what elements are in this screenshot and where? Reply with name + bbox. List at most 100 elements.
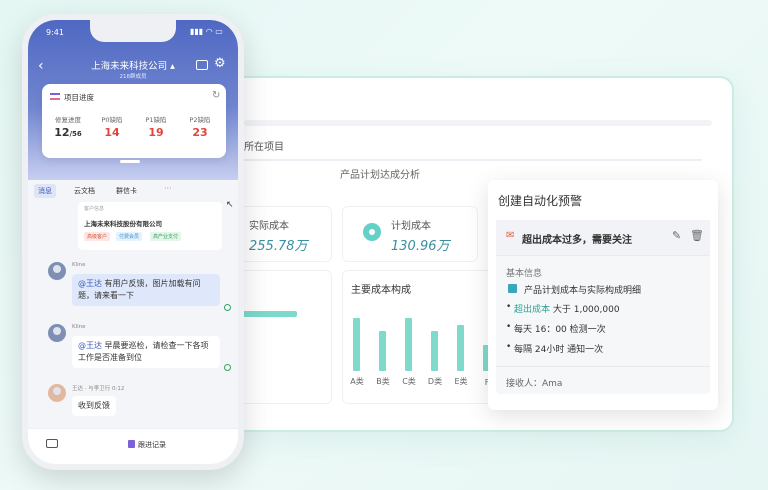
warning-icon: ✉ — [506, 230, 515, 241]
group-name[interactable]: 上海未来科技公司 ▴ — [74, 58, 192, 72]
bar-D类[interactable] — [431, 331, 438, 371]
phone-mockup: 9:41 ▮▮▮ ◠ ▭ ‹ 上海未来科技公司 ▴ 218群成员 ⚙ 项目进度 … — [22, 14, 244, 470]
dashboard-tabbar: 所在项目 — [240, 132, 702, 160]
list-icon — [50, 93, 60, 100]
kpi-actual-cost[interactable]: 实际成本 255.78万 — [240, 206, 332, 262]
section-label: 基本信息 — [506, 269, 543, 279]
kpi-planned-cost[interactable]: 计划成本 130.96万 — [342, 206, 478, 262]
card-tag: 客户信息 — [84, 206, 105, 212]
chat-bubble[interactable]: @王达 有用户反馈，图片加载有问题，请来看一下 — [72, 274, 220, 306]
message-text: 收到反馈 — [78, 401, 110, 410]
kpi-title: 实际成本 — [249, 221, 289, 232]
bar-label: B类 — [376, 377, 390, 386]
receiver: 接收人：Ama — [506, 379, 563, 389]
stat-value: 12/56 — [46, 126, 90, 139]
tab-project[interactable]: 所在项目 — [244, 138, 284, 153]
bar-label: A类 — [350, 377, 364, 386]
bar-B类[interactable] — [379, 331, 386, 371]
panel-title: 主要成本构成 — [351, 285, 411, 296]
back-icon[interactable]: ‹ — [38, 58, 44, 74]
message-sender: Kline — [72, 324, 86, 330]
alert-rule-name: 超出成本过多，需要关注 — [522, 235, 632, 246]
stat-value: 19 — [148, 126, 164, 139]
customer-card-message[interactable]: 客户信息 上海未来科技股份有限公司 高级客户 付费会员 高产业支付 — [78, 202, 222, 250]
avatar[interactable] — [48, 384, 66, 402]
video-icon[interactable] — [196, 60, 208, 70]
keyboard-icon[interactable] — [46, 439, 58, 448]
group-subtitle: 218群成员 — [119, 74, 147, 80]
mention[interactable]: @王达 — [78, 341, 102, 350]
stat-label: P2缺陷 — [189, 116, 211, 124]
card-chip: 高产业支付 — [150, 232, 182, 241]
tab-group-card[interactable]: 群信卡 — [112, 184, 141, 198]
project-progress-card[interactable]: 项目进度 ↻ 修复进度 12/56 P0缺陷 14 P1缺陷 19 P2缺陷 2… — [42, 84, 226, 158]
dashboard-subtitle: 产品计划达成分析 — [340, 170, 420, 181]
data-source: 产品计划成本与实际构成明细 — [524, 286, 642, 296]
bar-A类[interactable] — [353, 318, 360, 371]
dialog-title: 创建自动化预警 — [498, 194, 583, 208]
card-chip: 高级客户 — [84, 232, 111, 241]
avatar[interactable] — [48, 324, 66, 342]
bar-E类[interactable] — [457, 325, 464, 371]
bar-label: E类 — [454, 377, 468, 386]
phone-notch — [90, 20, 176, 42]
dashboard-toolbar — [244, 120, 712, 126]
cost-breakdown-panel: 主要成本构成 A类 B类 C类 D类 E类 F — [342, 270, 492, 404]
status-icons: ▮▮▮ ◠ ▭ — [190, 27, 223, 36]
bar-C类[interactable] — [405, 318, 412, 371]
drag-handle[interactable] — [120, 160, 140, 163]
divider — [496, 366, 710, 367]
stat-label: P1缺陷 — [145, 116, 167, 124]
phone-screen: 9:41 ▮▮▮ ◠ ▭ ‹ 上海未来科技公司 ▴ 218群成员 ⚙ 项目进度 … — [28, 20, 238, 464]
cost-bar-chart: A类 B类 C类 D类 E类 F — [343, 301, 493, 391]
kpi-value: 130.96万 — [391, 239, 450, 254]
bar-label: C类 — [402, 377, 416, 386]
edit-icon[interactable]: ✎ — [672, 229, 681, 242]
stat-value: 23 — [192, 126, 208, 139]
schedule-item: 每天 16：00 检测一次 — [506, 322, 606, 335]
stat-label: P0缺陷 — [101, 116, 123, 124]
progress-bar — [241, 311, 297, 317]
condition-item: 超出成本 大于 1,000,000 — [506, 302, 620, 315]
mention[interactable]: @王达 — [78, 279, 102, 288]
refresh-icon[interactable]: ↻ — [212, 90, 220, 101]
message-sender: Kline — [72, 262, 86, 268]
card-chip: 付费会员 — [116, 232, 143, 241]
divider — [240, 160, 702, 161]
status-time: 9:41 — [46, 28, 64, 37]
trash-icon[interactable]: 🗑 — [690, 229, 704, 242]
bar-label: D类 — [427, 377, 443, 386]
stat-value-total: /56 — [69, 130, 82, 138]
stat-label: 修复进度 — [55, 116, 81, 124]
message-sender: 王达 · 与李卫行 0:12 — [72, 386, 125, 392]
more-icon[interactable]: ··· — [164, 184, 172, 193]
alert-rule-card: ✉ 超出成本过多，需要关注 ✎ 🗑 基本信息 产品计划成本与实际构成明细 超出成… — [496, 220, 710, 394]
follow-up-button[interactable]: 跟进记录 — [138, 440, 166, 450]
read-status-icon — [224, 364, 231, 371]
condition-rule: 大于 1,000,000 — [550, 305, 620, 315]
tab-messages[interactable]: 消息 — [34, 184, 56, 198]
cursor-icon: ↖ — [226, 200, 234, 210]
group-header: 9:41 ▮▮▮ ◠ ▭ ‹ 上海未来科技公司 ▴ 218群成员 ⚙ 项目进度 … — [28, 20, 238, 180]
progress-panel — [240, 270, 332, 404]
kpi-value: 255.78万 — [249, 239, 308, 254]
alert-rule-header: ✉ 超出成本过多，需要关注 ✎ 🗑 — [496, 220, 710, 256]
chat-bubble[interactable]: @王达 早晨要巡检，请检查一下各项工作是否准备到位 — [72, 336, 220, 368]
tab-docs[interactable]: 云文档 — [70, 184, 99, 198]
follow-up-icon — [128, 440, 135, 448]
avatar[interactable] — [48, 262, 66, 280]
chat-area: 消息 云文档 群信卡 ··· ↖ 客户信息 上海未来科技股份有限公司 高级客户 … — [28, 180, 238, 464]
table-icon — [508, 284, 517, 293]
gear-icon[interactable]: ⚙ — [214, 56, 226, 71]
chat-bottom-bar: 跟进记录 — [28, 428, 238, 464]
stat-value: 14 — [104, 126, 120, 139]
target-icon — [363, 223, 381, 241]
stat-value-main: 12 — [54, 126, 70, 139]
automation-alert-dialog: 创建自动化预警 ✉ 超出成本过多，需要关注 ✎ 🗑 基本信息 产品计划成本与实际… — [488, 180, 718, 410]
card-company: 上海未来科技股份有限公司 — [84, 220, 162, 228]
kpi-title: 计划成本 — [391, 221, 431, 232]
chat-bubble[interactable]: 收到反馈 — [72, 396, 116, 416]
notify-item: 每隔 24小时 通知一次 — [506, 342, 603, 355]
card-title: 项目进度 — [64, 93, 94, 102]
condition-field: 超出成本 — [514, 305, 551, 315]
